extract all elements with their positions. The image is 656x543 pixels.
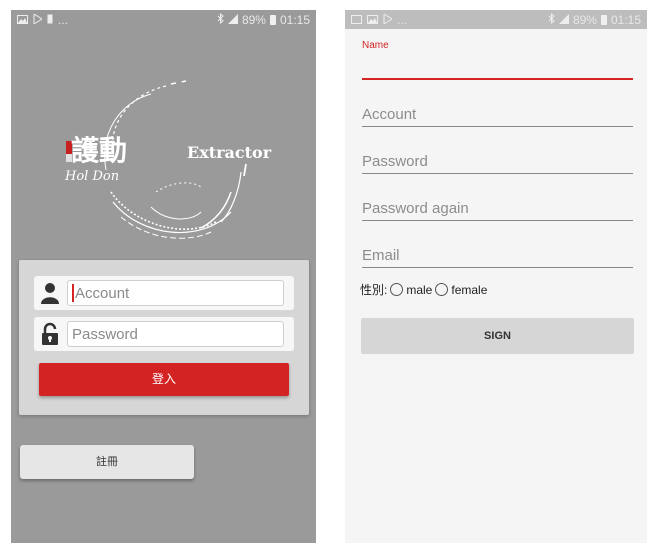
- password-placeholder: Password: [72, 325, 138, 343]
- name-field-underline[interactable]: [362, 78, 633, 80]
- play-store-icon: [33, 12, 43, 27]
- register-button[interactable]: 註冊: [20, 445, 194, 479]
- email-field-underline: [362, 267, 633, 268]
- logo-chinese-text: 護動: [71, 134, 127, 167]
- battery-icon: [600, 14, 607, 25]
- male-label[interactable]: male: [406, 283, 432, 297]
- account-field-underline: [362, 126, 633, 127]
- gender-selector: 性別: male female: [360, 281, 487, 298]
- gallery-icon: [367, 13, 378, 27]
- email-field[interactable]: Email: [362, 247, 400, 264]
- account-placeholder: Account: [75, 284, 130, 302]
- app-logo: 護動 Hol Don Extractor: [51, 72, 301, 252]
- more-notifications: ...: [58, 12, 69, 27]
- login-card: Account Password 登入: [19, 260, 309, 415]
- signal-icon: [558, 13, 569, 27]
- male-radio[interactable]: [390, 283, 404, 296]
- logo-extractor-text: Extractor: [187, 143, 272, 162]
- lock-icon: [40, 322, 60, 346]
- name-label: Name: [362, 40, 389, 51]
- password-again-field[interactable]: Password again: [362, 200, 469, 217]
- text-cursor: [72, 284, 74, 302]
- account-field[interactable]: Account: [362, 106, 416, 123]
- status-bar: ... 89% 01:15: [11, 10, 316, 29]
- more-notifications: ...: [397, 12, 408, 27]
- female-radio[interactable]: [435, 283, 449, 296]
- status-bar: ... 89% 01:15: [345, 10, 647, 29]
- gallery-icon: [17, 13, 28, 27]
- bluetooth-icon: [548, 12, 555, 27]
- sign-button[interactable]: SIGN: [361, 318, 634, 354]
- signal-icon: [227, 13, 238, 27]
- clock: 01:15: [279, 12, 310, 27]
- password-field-underline: [362, 173, 633, 174]
- password-row: Password: [34, 317, 294, 351]
- clock: 01:15: [610, 12, 641, 27]
- user-icon: [40, 281, 60, 305]
- login-screen: ... 89% 01:15 護動 Hol Don Extractor Accou…: [11, 10, 316, 543]
- account-input[interactable]: Account: [67, 280, 284, 306]
- message-icon: [351, 13, 362, 27]
- sim-icon: [47, 13, 53, 27]
- account-row: Account: [34, 276, 294, 310]
- password-input[interactable]: Password: [67, 321, 284, 347]
- password-field[interactable]: Password: [362, 153, 428, 170]
- battery-percent: 89%: [572, 12, 597, 27]
- gender-label: 性別:: [360, 283, 388, 297]
- battery-icon: [269, 14, 276, 25]
- bluetooth-icon: [217, 12, 224, 27]
- logo-script-text: Hol Don: [64, 169, 119, 184]
- play-store-icon: [383, 12, 393, 27]
- female-label[interactable]: female: [451, 283, 487, 297]
- login-button[interactable]: 登入: [39, 363, 289, 396]
- password-again-field-underline: [362, 220, 633, 221]
- battery-percent: 89%: [241, 12, 266, 27]
- register-screen: ... 89% 01:15 Name Account Password Pass…: [345, 10, 647, 543]
